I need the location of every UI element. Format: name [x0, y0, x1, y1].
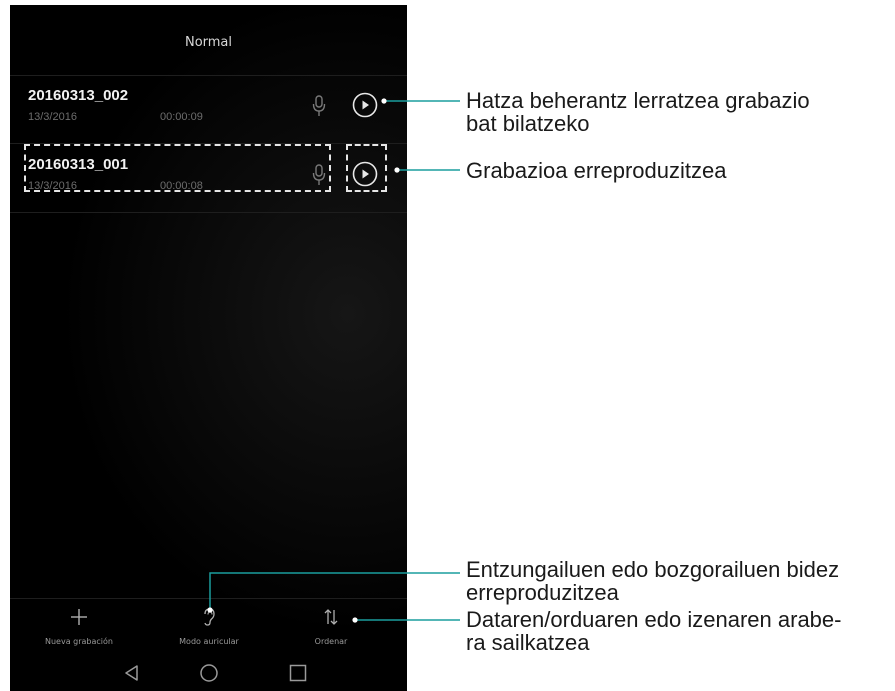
- callout-earpiece-line1: Entzungailuen edo bozgorailuen bidez: [466, 557, 840, 582]
- callout-play: Grabazioa erreproduzitzea: [466, 159, 726, 182]
- callout-sort: Dataren/orduaren edo izenaren arabe- ra …: [466, 608, 841, 654]
- callout-play-text: Grabazioa erreproduzitzea: [466, 158, 727, 183]
- callout-sort-line1: Dataren/orduaren edo izenaren arabe-: [466, 607, 842, 632]
- callout-earpiece: Entzungailuen edo bozgorailuen bidez err…: [466, 558, 839, 604]
- callout-search-line1: Hatza beherantz lerratzea grabazio: [466, 88, 810, 113]
- callout-earpiece-line2: erreproduzitzea: [466, 580, 619, 605]
- callout-search: Hatza beherantz lerratzea grabazio bat b…: [466, 89, 810, 135]
- callout-sort-line2: ra sailkatzea: [466, 630, 590, 655]
- callout-search-line2: bat bilatzeko: [466, 111, 590, 136]
